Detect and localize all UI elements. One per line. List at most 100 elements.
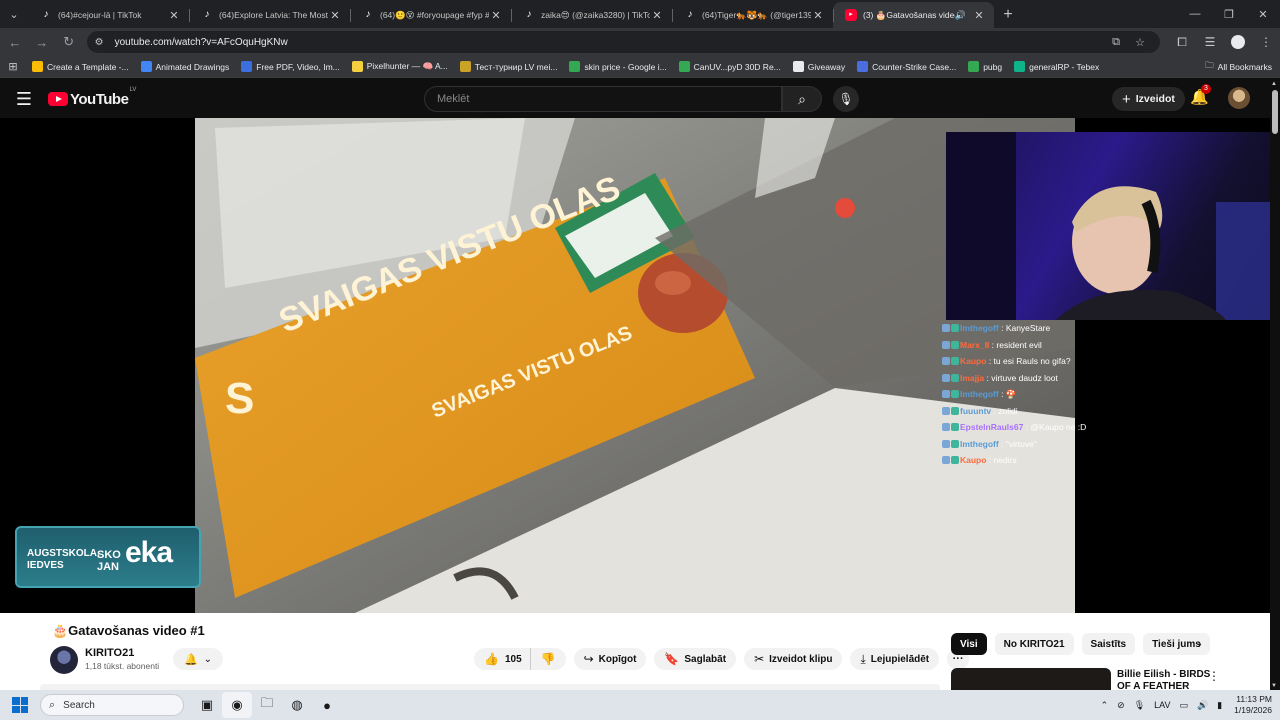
tab-audio-icon[interactable]: 🔊 (955, 10, 966, 21)
bookmark-item[interactable]: Giveaway (787, 61, 851, 72)
close-tab-icon[interactable]: ✕ (328, 9, 342, 22)
recommended-title[interactable]: Billie Eilish - BIRDS OF A FEATHER (1117, 669, 1212, 691)
bookmark-label: Animated Drawings (155, 61, 230, 72)
chevron-right-icon[interactable]: › (1197, 635, 1202, 651)
network-icon[interactable]: ⊘ (1117, 700, 1125, 711)
profile-icon[interactable] (1224, 35, 1252, 50)
minimize-icon[interactable]: — (1178, 0, 1212, 28)
close-tab-icon[interactable]: ✕ (650, 9, 664, 22)
dislike-button[interactable]: 👎 (531, 648, 566, 670)
chat-message: EpstelnRauls67 : @Kaupo ne :D (942, 419, 1142, 436)
chat-username: Imthegoff (960, 323, 999, 333)
search-button[interactable]: ⌕ (782, 86, 822, 112)
bookmark-item[interactable]: CanUV...pyD 30D Re... (673, 61, 787, 72)
discord-app-icon[interactable]: ◍ (282, 692, 312, 718)
voice-search-icon[interactable]: 🎙 (833, 86, 859, 112)
notifications-bell-icon[interactable]: 🔔 3 (1190, 84, 1211, 106)
create-button[interactable]: + Izveidot (1112, 87, 1185, 111)
new-tab-button[interactable]: + (994, 2, 1022, 28)
tab-search-icon[interactable]: ⌄ (0, 0, 28, 28)
subscribed-bell-button[interactable]: 🔔 ⌄ (173, 648, 223, 670)
bookmark-item[interactable]: Pixelhunter — 🧠 A... (346, 61, 454, 72)
bookmark-item[interactable]: Create a Template -... (26, 61, 135, 72)
close-tab-icon[interactable]: ✕ (811, 9, 825, 22)
channel-name[interactable]: KIRITO21 (85, 647, 134, 659)
chat-badge-icon (951, 373, 959, 382)
channel-avatar[interactable] (50, 646, 78, 674)
apps-icon[interactable]: ⊞ (0, 60, 26, 73)
browser-tab[interactable]: ♪ (64)🙂😵 #foryoupage #fyp # ✕ (350, 2, 511, 28)
extensions-icon[interactable]: ⧠ (1168, 35, 1196, 50)
chat-username: EpstelnRauls67 (960, 422, 1024, 432)
clock[interactable]: 11:13 PM 1/19/2026 (1234, 694, 1272, 716)
scroll-thumb[interactable] (1272, 90, 1278, 134)
scroll-up-icon[interactable]: ▲ (1271, 81, 1277, 87)
page-scrollbar[interactable]: ▲ ▼ (1270, 80, 1280, 690)
bookmark-label: Pixelhunter — 🧠 A... (366, 61, 448, 71)
browser-tab[interactable]: ▸ (3) 🎂Gatavošanas video #🔊 ✕ (833, 2, 994, 28)
recommended-thumbnail[interactable] (951, 668, 1111, 690)
bookmark-item[interactable]: Free PDF, Video, Im... (235, 61, 345, 72)
forward-icon[interactable]: → (30, 30, 54, 54)
address-bar[interactable]: ⚙ youtube.com/watch?v=AFcOquHgKNw ⧉ ☆ (86, 31, 1161, 53)
display-icon[interactable]: ▭ (1179, 700, 1188, 711)
task-view-icon[interactable]: ▣ (192, 692, 222, 718)
close-tab-icon[interactable]: ✕ (489, 9, 503, 22)
microphone-icon[interactable]: 🎙 (1134, 700, 1145, 711)
youtube-logo[interactable]: YouTube LV (48, 87, 136, 108)
chrome-app-icon[interactable]: ◉ (222, 692, 252, 718)
browser-tab[interactable]: ♪ (64)#cejour-lā | TikTok ✕ (28, 2, 189, 28)
streamer-webcam (946, 132, 1270, 320)
bookmark-item[interactable]: Тест-турнир LV mei... (454, 61, 564, 72)
close-tab-icon[interactable]: ✕ (167, 9, 181, 22)
share-button[interactable]: ↪ Kopīgot (573, 648, 647, 670)
filter-chip[interactable]: No KIRITO21 (994, 633, 1074, 655)
start-button[interactable] (0, 697, 40, 713)
chrome-menu-icon[interactable]: ⋮ (1252, 35, 1280, 50)
bookmark-item[interactable]: Animated Drawings (135, 61, 236, 72)
close-tab-icon[interactable]: ✕ (972, 9, 986, 22)
save-button[interactable]: 🔖 Saglabāt (654, 648, 737, 670)
clip-button[interactable]: ✂ Izveidot klipu (744, 648, 843, 670)
filter-chip[interactable]: Visi (951, 633, 987, 655)
chat-text: virtuve daudz loot (991, 372, 1058, 383)
bookmark-item[interactable]: Counter-Strike Case... (851, 61, 962, 72)
address-url[interactable]: youtube.com/watch?v=AFcOquHgKNw (115, 37, 1104, 48)
volume-icon[interactable]: 🔊 (1197, 700, 1208, 711)
battery-icon[interactable]: ▮ (1217, 700, 1222, 711)
filter-chip[interactable]: Saistīts (1081, 633, 1136, 655)
guide-menu-icon[interactable]: ☰ (0, 89, 48, 110)
site-info-icon[interactable]: ⚙ (95, 37, 111, 48)
browser-tab[interactable]: ♪ (64)Explore Latvia: The Most Te ✕ (189, 2, 350, 28)
folder-icon: 🗀 (1205, 60, 1214, 70)
bookmark-favicon-icon (968, 61, 980, 72)
reading-list-icon[interactable]: ☰ (1196, 35, 1224, 50)
scroll-down-icon[interactable]: ▼ (1271, 683, 1277, 689)
download-button[interactable]: ⤓ Lejupielādēt (850, 648, 940, 670)
video-player[interactable]: SVAIGAS VISTU OLAS SVAIGAS VISTU OLAS S … (0, 118, 1270, 613)
taskbar-search[interactable]: ⌕ Search (40, 694, 184, 716)
game-app-icon[interactable]: ● (312, 692, 342, 718)
maximize-icon[interactable]: ❐ (1212, 0, 1246, 28)
chat-text: 🍄 (1005, 389, 1017, 399)
like-button[interactable]: 👍 105 (474, 648, 531, 670)
tray-overflow-icon[interactable]: ⌃ (1101, 700, 1109, 711)
bookmark-item[interactable]: generalRP - Tebex (1008, 61, 1105, 72)
back-icon[interactable]: ← (3, 30, 27, 54)
language-indicator[interactable]: LAV (1154, 700, 1170, 710)
file-explorer-icon[interactable]: 🗀 (252, 692, 282, 718)
reload-icon[interactable]: ↻ (57, 30, 81, 54)
browser-tab[interactable]: ♪ zaika😍 (@zaika3280) | TikTok ✕ (511, 2, 672, 28)
bookmark-item[interactable]: skin price - Google i... (563, 61, 672, 72)
bookmark-item[interactable]: pubg (962, 61, 1008, 72)
browser-tab[interactable]: ♪ (64)Tiger🐅🐯🐅 (@tiger139 ✕ (672, 2, 833, 28)
all-bookmarks[interactable]: 🗀 All Bookmarks (1205, 56, 1272, 78)
search-input[interactable] (437, 93, 781, 105)
search-box[interactable] (424, 86, 782, 112)
cast-icon[interactable]: ⧉ (1104, 36, 1128, 49)
close-window-icon[interactable]: ✕ (1246, 0, 1280, 28)
ad-banner[interactable]: AUGSTSKOLA, IEDVES SKO JAN eka (15, 526, 201, 588)
bookmark-star-icon[interactable]: ☆ (1128, 36, 1152, 49)
recommended-menu-icon[interactable]: ⋮ (1208, 669, 1220, 683)
user-avatar[interactable] (1228, 87, 1250, 109)
